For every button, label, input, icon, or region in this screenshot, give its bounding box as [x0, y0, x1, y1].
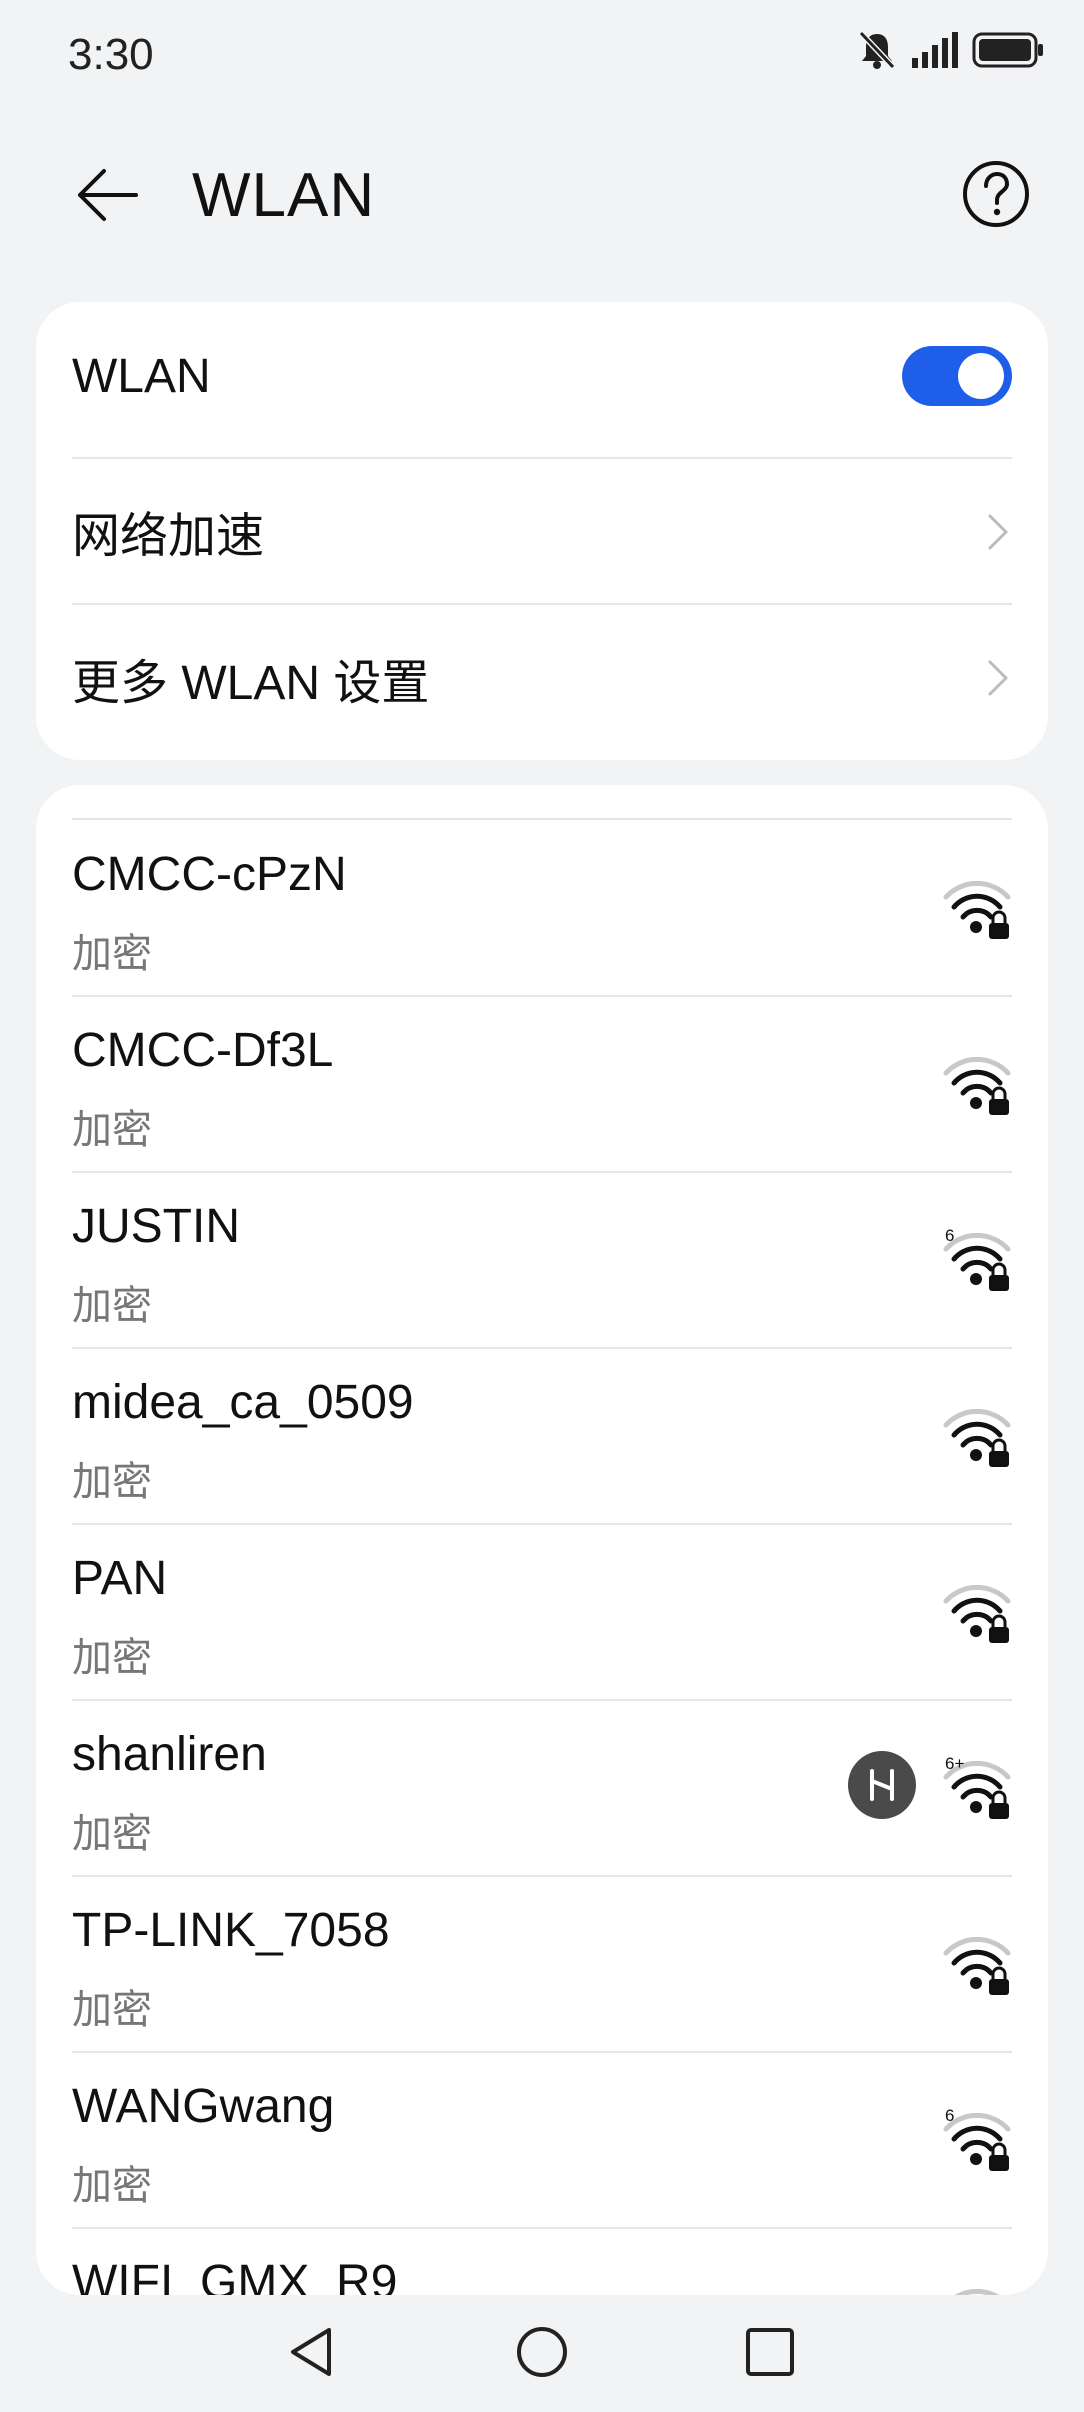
- network-row[interactable]: TP-LINK_7058 加密: [72, 1877, 1012, 2053]
- network-row[interactable]: PAN 加密: [72, 1525, 1012, 1701]
- wifi-locked-icon: [942, 1575, 1012, 1645]
- nav-recents-icon: [746, 2328, 794, 2376]
- network-name: CMCC-cPzN: [72, 848, 347, 901]
- network-row[interactable]: CMCC-Df3L 加密: [72, 997, 1012, 1173]
- chevron-right-icon: [988, 514, 1008, 550]
- network-security: 加密: [72, 932, 152, 976]
- navigation-bar: [0, 2295, 1084, 2412]
- network-name: TP-LINK_7058: [72, 1904, 390, 1957]
- nav-home-icon: [517, 2327, 567, 2377]
- help-icon: [963, 161, 1029, 227]
- network-security: 加密: [72, 1636, 152, 1680]
- help-button[interactable]: [960, 158, 1032, 230]
- network-row[interactable]: WIFI_GMX_R9: [72, 2229, 1012, 2295]
- network-security: 加密: [72, 1812, 152, 1856]
- network-row[interactable]: shanliren 加密 6+: [72, 1701, 1012, 1877]
- nav-home-button[interactable]: [507, 2317, 577, 2387]
- nav-recents-button[interactable]: [735, 2317, 805, 2387]
- mute-icon: [858, 30, 896, 70]
- back-arrow-icon: [78, 169, 138, 221]
- network-row[interactable]: JUSTIN 加密 6: [72, 1173, 1012, 1349]
- network-name: WIFI_GMX_R9: [72, 2256, 398, 2295]
- network-security: 加密: [72, 1284, 152, 1328]
- hilink-icon: [848, 1751, 916, 1819]
- network-name: shanliren: [72, 1728, 267, 1781]
- chevron-right-icon: [988, 660, 1008, 696]
- wifi-locked-icon: 6: [942, 2103, 1012, 2173]
- network-security: 加密: [72, 1988, 152, 2032]
- network-name: PAN: [72, 1552, 168, 1605]
- wlan-settings-card: WLAN 网络加速 更多 WLAN 设置: [36, 302, 1048, 760]
- network-row[interactable]: midea_ca_0509 加密: [72, 1349, 1012, 1525]
- wifi-locked-icon: [942, 1047, 1012, 1117]
- divider: [72, 818, 1012, 820]
- wifi-badge: 6: [945, 1226, 954, 1245]
- more-wlan-settings-label: 更多 WLAN 设置: [72, 657, 430, 710]
- toggle-knob: [958, 353, 1004, 399]
- wifi-locked-icon: 6+: [942, 1751, 1012, 1821]
- status-bar: 3:30: [0, 0, 1084, 110]
- wifi-badge: 6: [945, 2106, 954, 2125]
- more-wlan-settings-row[interactable]: 更多 WLAN 设置: [72, 605, 1012, 751]
- network-name: WANGwang: [72, 2080, 335, 2133]
- status-time: 3:30: [68, 30, 154, 79]
- wifi-locked-icon: [942, 1927, 1012, 1997]
- network-security: 加密: [72, 2164, 152, 2208]
- wlan-label: WLAN: [72, 349, 211, 403]
- wifi-locked-icon: [942, 871, 1012, 941]
- network-security: 加密: [72, 1460, 152, 1504]
- back-button[interactable]: [66, 155, 146, 235]
- network-acceleration-row[interactable]: 网络加速: [72, 459, 1012, 603]
- network-name: midea_ca_0509: [72, 1376, 414, 1429]
- network-name: CMCC-Df3L: [72, 1024, 334, 1077]
- network-row[interactable]: CMCC-cPzN 加密: [72, 821, 1012, 997]
- battery-icon: [972, 32, 1043, 68]
- page-title: WLAN: [192, 161, 376, 230]
- signal-icon: [912, 32, 958, 68]
- available-networks-card: CMCC-cPzN 加密 CMCC-Df3L 加密 JUSTIN 加密 6 midea_ca_…: [36, 785, 1048, 2295]
- wifi-locked-icon: 6: [942, 1223, 1012, 1293]
- status-icons: [858, 30, 1044, 70]
- network-acceleration-label: 网络加速: [72, 510, 265, 563]
- network-name: JUSTIN: [72, 1200, 240, 1253]
- wifi-badge: 6+: [945, 1754, 964, 1773]
- wifi-locked-icon: [942, 2279, 1012, 2295]
- wlan-toggle-row[interactable]: WLAN: [72, 302, 1012, 450]
- network-security: 加密: [72, 1108, 152, 1152]
- nav-back-icon: [291, 2328, 331, 2376]
- network-row[interactable]: WANGwang 加密 6: [72, 2053, 1012, 2229]
- wlan-toggle[interactable]: [902, 346, 1012, 406]
- page-header: WLAN: [0, 130, 1084, 260]
- wifi-locked-icon: [942, 1399, 1012, 1469]
- nav-back-button[interactable]: [276, 2317, 346, 2387]
